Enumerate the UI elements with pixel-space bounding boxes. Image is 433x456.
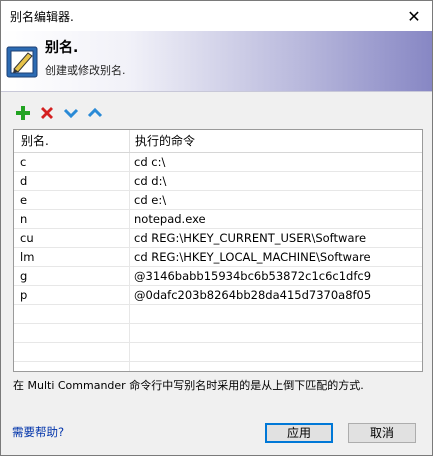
alias-cell — [14, 343, 130, 361]
table-row[interactable]: lm cd REG:\HKEY_LOCAL_MACHINE\Software — [14, 248, 422, 267]
alias-cell: lm — [14, 248, 130, 266]
command-cell — [130, 324, 422, 342]
add-alias-button[interactable] — [13, 103, 33, 123]
empty-table-row[interactable] — [14, 305, 422, 324]
command-cell: @3146babb15934bc6b53872c1c6c1dfc9 — [134, 269, 372, 283]
command-cell — [130, 362, 422, 371]
title-bar: 别名编辑器. ✕ — [1, 1, 432, 31]
empty-table-row[interactable] — [14, 362, 422, 371]
help-link[interactable]: 需要帮助? — [12, 424, 64, 440]
alias-cell: e — [14, 191, 130, 209]
command-cell: notepad.exe — [134, 212, 206, 226]
close-button[interactable]: ✕ — [396, 1, 432, 31]
header-subtitle: 创建或修改别名. — [45, 64, 126, 77]
table-row[interactable]: cu cd REG:\HKEY_CURRENT_USER\Software — [14, 229, 422, 248]
command-cell — [130, 343, 422, 361]
edit-document-icon — [6, 46, 38, 78]
command-cell: cd c:\ — [134, 155, 166, 169]
move-down-button[interactable] — [61, 103, 81, 123]
alias-cell — [14, 324, 130, 342]
command-cell: cd e:\ — [134, 193, 167, 207]
cancel-button[interactable]: 取消 — [348, 423, 416, 443]
command-cell: cd d:\ — [134, 174, 167, 188]
alias-cell: cu — [14, 229, 130, 247]
empty-table-row[interactable] — [14, 324, 422, 343]
toolbar — [13, 102, 105, 124]
table-row[interactable]: d cd d:\ — [14, 172, 422, 191]
alias-editor-window: 别名编辑器. ✕ 别名. 创建或修改别名. 别名. 执行的命令 c cd c:\… — [0, 0, 433, 456]
delete-icon — [41, 107, 53, 119]
alias-table[interactable]: 别名. 执行的命令 c cd c:\ d cd d:\ e cd e:\ n n… — [13, 129, 423, 372]
command-cell: cd REG:\HKEY_LOCAL_MACHINE\Software — [134, 250, 371, 264]
alias-cell: p — [14, 286, 130, 304]
table-row[interactable]: n notepad.exe — [14, 210, 422, 229]
move-up-button[interactable] — [85, 103, 105, 123]
table-row[interactable]: c cd c:\ — [14, 153, 422, 172]
alias-cell: d — [14, 172, 130, 190]
dialog-header: 别名. 创建或修改别名. — [1, 31, 432, 92]
alias-cell: g — [14, 267, 130, 285]
delete-alias-button[interactable] — [37, 103, 57, 123]
close-icon: ✕ — [407, 6, 421, 26]
apply-button[interactable]: 应用 — [265, 423, 333, 443]
move-down-icon — [63, 108, 79, 119]
info-text: 在 Multi Commander 命令行中写别名时采用的是从上倒下匹配的方式. — [13, 379, 364, 392]
alias-cell: c — [14, 153, 130, 171]
window-title: 别名编辑器. — [10, 10, 74, 24]
empty-table-row[interactable] — [14, 343, 422, 362]
column-header-command[interactable]: 执行的命令 — [130, 130, 422, 152]
alias-cell — [14, 305, 130, 323]
alias-cell: n — [14, 210, 130, 228]
alias-cell — [14, 362, 130, 371]
header-title: 别名. — [45, 40, 79, 56]
table-row[interactable]: p @0dafc203b8264bb28da415d7370a8f05 — [14, 286, 422, 305]
column-header-alias[interactable]: 别名. — [14, 130, 130, 152]
command-cell: @0dafc203b8264bb28da415d7370a8f05 — [134, 288, 372, 302]
table-row[interactable]: g @3146babb15934bc6b53872c1c6c1dfc9 — [14, 267, 422, 286]
table-row[interactable]: e cd e:\ — [14, 191, 422, 210]
command-cell — [130, 305, 422, 323]
command-cell: cd REG:\HKEY_CURRENT_USER\Software — [134, 231, 367, 245]
move-up-icon — [87, 107, 103, 118]
table-header: 别名. 执行的命令 — [14, 130, 422, 153]
add-icon — [16, 106, 30, 120]
